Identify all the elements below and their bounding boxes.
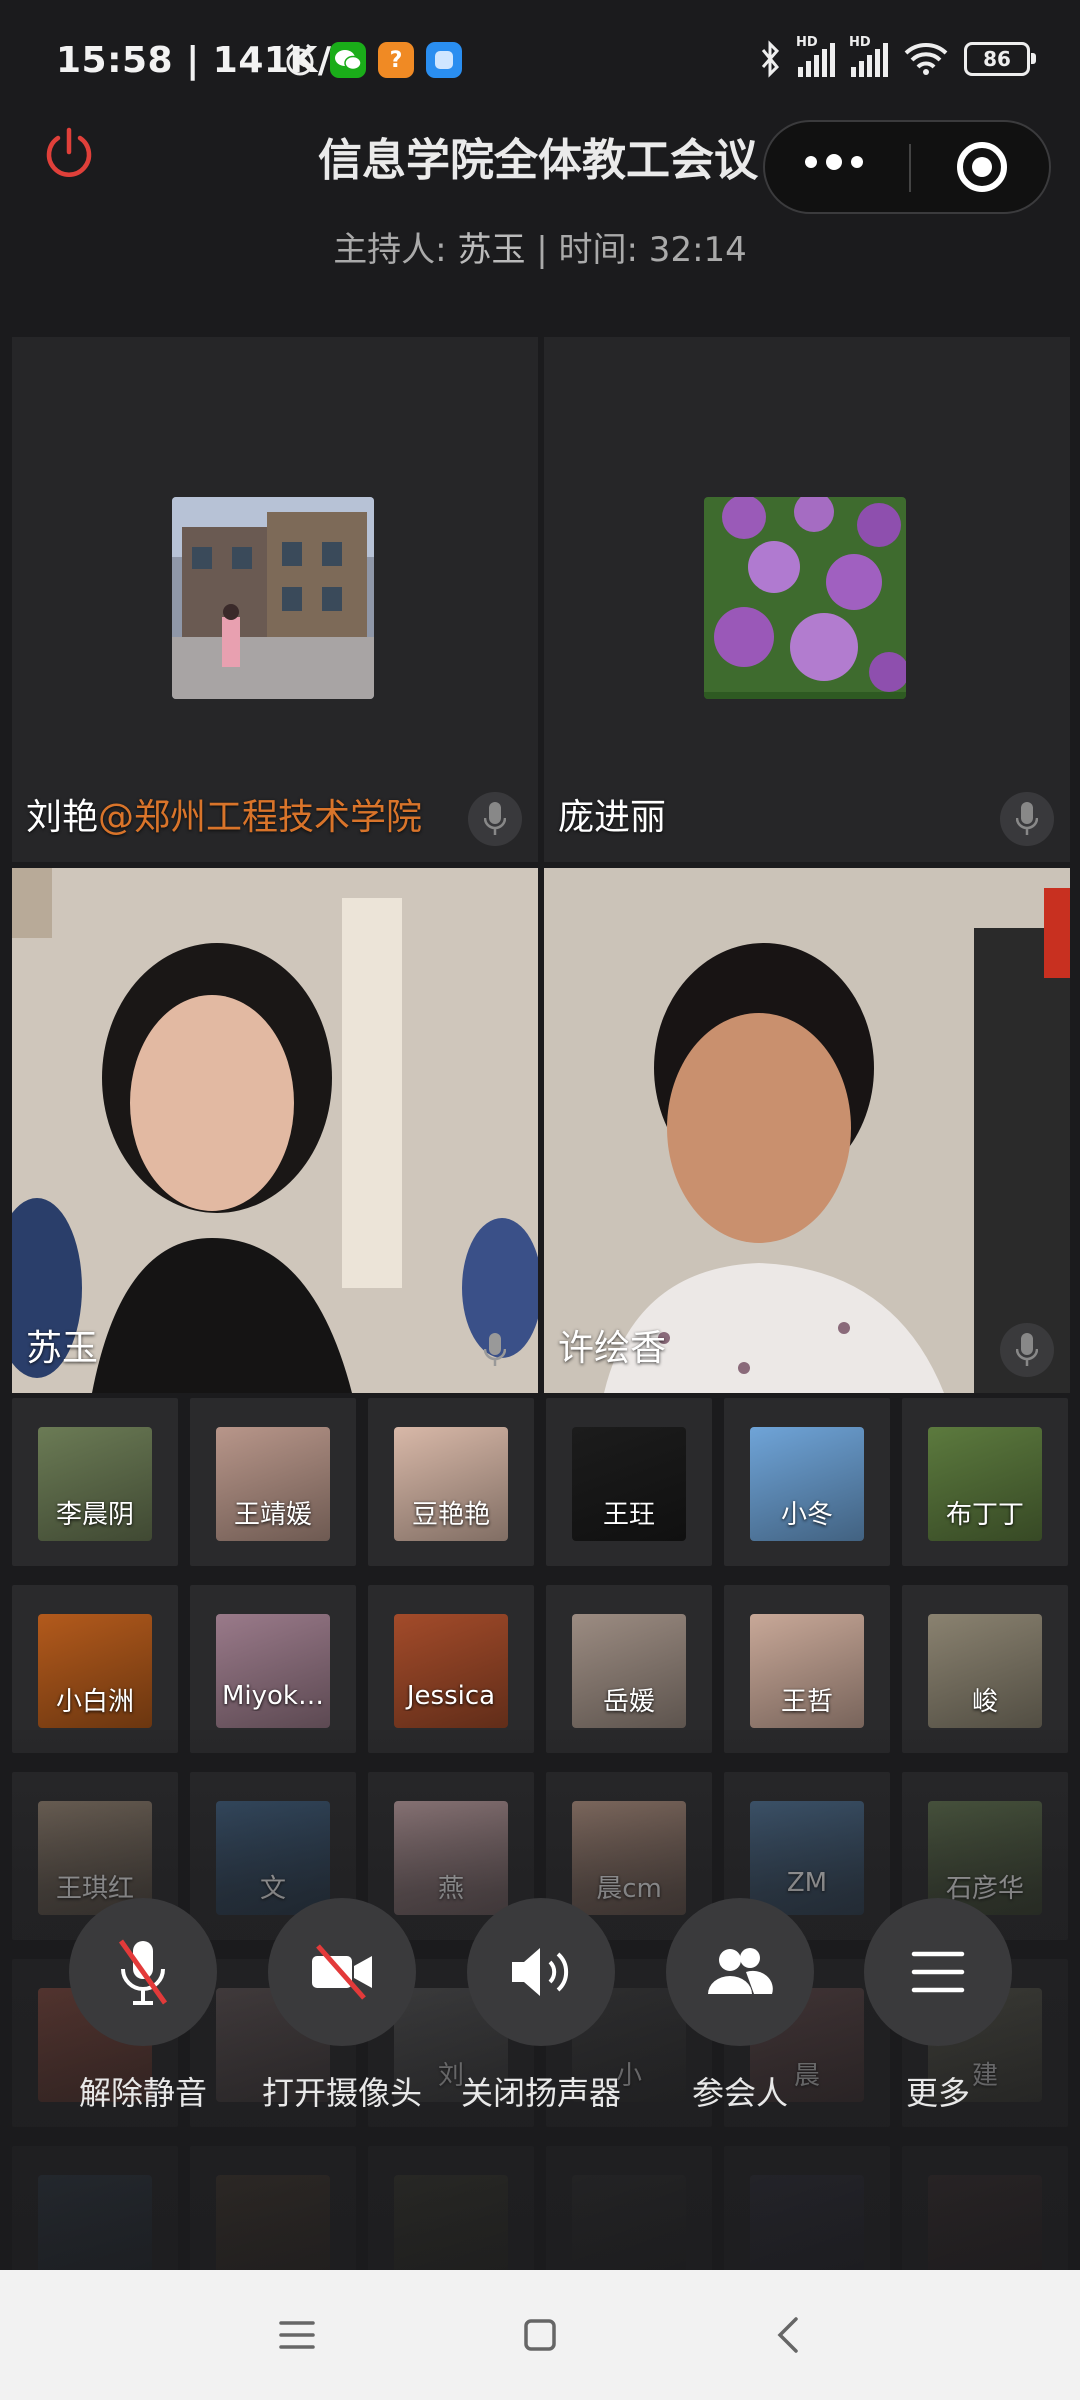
participant-name: 小白洲 bbox=[55, 1687, 134, 1717]
orange-app-icon: ? bbox=[378, 42, 414, 78]
system-nav-bar bbox=[0, 2270, 1080, 2400]
participants-button[interactable]: 参会人 bbox=[640, 1898, 840, 2114]
participant-name: Jessica bbox=[406, 1681, 496, 1711]
participant-name: Miyok… bbox=[221, 1681, 324, 1711]
close-miniprogram-icon[interactable] bbox=[957, 142, 1007, 192]
participant-name: 豆艳艳 bbox=[411, 1500, 490, 1530]
speaker-icon bbox=[467, 1898, 615, 2046]
participant-name: 刘艳@郑州工程技术学院 bbox=[26, 797, 423, 838]
mic-icon bbox=[1000, 792, 1054, 846]
participant-thumb[interactable]: 王玨 bbox=[546, 1398, 712, 1566]
participants-label: 参会人 bbox=[691, 2074, 788, 2112]
participant-thumb[interactable]: 李晨阴 bbox=[12, 1398, 178, 1566]
mic-icon bbox=[1000, 1323, 1054, 1377]
home-icon[interactable] bbox=[517, 2312, 563, 2358]
participant-name: 小冬 bbox=[780, 1500, 833, 1530]
speaker-off-button[interactable]: 关闭扬声器 bbox=[441, 1898, 641, 2114]
status-app-icons: ? bbox=[282, 42, 462, 78]
participant-video-tile[interactable]: 许绘香 bbox=[544, 868, 1070, 1393]
unmute-button[interactable]: 解除静音 bbox=[43, 1898, 243, 2114]
participant-name: 布丁丁 bbox=[945, 1500, 1024, 1530]
blue-app-icon bbox=[426, 42, 462, 78]
participant-name: 峻 bbox=[971, 1687, 998, 1717]
participant-name: 岳媛 bbox=[602, 1687, 655, 1717]
host-label: 主持人: bbox=[333, 230, 447, 270]
participant-thumb[interactable]: 王靖媛 bbox=[190, 1398, 356, 1566]
more-label: 更多 bbox=[905, 2074, 970, 2112]
participant-thumb[interactable]: Miyok… bbox=[190, 1585, 356, 1753]
participant-thumb[interactable]: 小白洲 bbox=[12, 1585, 178, 1753]
participant-thumb[interactable]: 王哲 bbox=[724, 1585, 890, 1753]
more-button[interactable]: 更多 bbox=[838, 1898, 1038, 2114]
battery-indicator: 86 bbox=[964, 42, 1036, 76]
signal-2-icon: HD bbox=[849, 35, 888, 77]
host-name: 苏玉 bbox=[457, 230, 526, 270]
participant-video-tile[interactable]: 苏玉 bbox=[12, 868, 538, 1393]
participant-name: 李晨阴 bbox=[55, 1500, 134, 1530]
participant-video bbox=[12, 868, 538, 1393]
participant-avatar bbox=[704, 497, 906, 699]
participant-thumb[interactable]: 岳媛 bbox=[546, 1585, 712, 1753]
menu-icon bbox=[864, 1898, 1012, 2046]
status-bar: 15:58 | 141K/s ? HD HD 86 bbox=[0, 0, 1080, 125]
speaker-label: 关闭扬声器 bbox=[460, 2074, 621, 2112]
participant-thumb[interactable]: 小冬 bbox=[724, 1398, 890, 1566]
control-bar: 解除静音 打开摄像头 关闭扬声器 参会人 更多 bbox=[0, 1898, 1080, 2128]
participant-thumb[interactable]: 峻 bbox=[902, 1585, 1068, 1753]
camera-label: 打开摄像头 bbox=[261, 2074, 422, 2112]
participant-name: 苏玉 bbox=[26, 1328, 99, 1369]
more-dots-icon[interactable] bbox=[805, 154, 863, 170]
camera-on-button[interactable]: 打开摄像头 bbox=[242, 1898, 442, 2114]
recent-apps-icon[interactable] bbox=[274, 2312, 320, 2358]
participant-name: 许绘香 bbox=[558, 1328, 667, 1369]
miniprogram-capsule[interactable] bbox=[763, 120, 1051, 214]
participant-thumb[interactable]: Jessica bbox=[368, 1585, 534, 1753]
wifi-icon bbox=[904, 43, 948, 75]
bluetooth-icon bbox=[761, 40, 780, 78]
back-icon[interactable] bbox=[765, 2312, 811, 2358]
participant-thumb[interactable]: 布丁丁 bbox=[902, 1398, 1068, 1566]
status-right: HD HD 86 bbox=[760, 35, 1036, 78]
wechat-icon bbox=[330, 42, 366, 78]
participant-tile[interactable]: 刘艳@郑州工程技术学院 bbox=[12, 337, 538, 862]
signal-1-icon: HD bbox=[796, 35, 835, 77]
participant-tile[interactable]: 庞进丽 bbox=[544, 337, 1070, 862]
unmute-label: 解除静音 bbox=[78, 2074, 207, 2112]
participant-name: 王玨 bbox=[602, 1500, 655, 1530]
mic-icon bbox=[468, 792, 522, 846]
alarm-icon bbox=[282, 42, 318, 78]
participant-name: 王靖媛 bbox=[233, 1500, 312, 1530]
capsule-divider bbox=[909, 144, 911, 192]
meeting-timer: | 时间: 32:14 bbox=[536, 230, 747, 270]
participant-avatar bbox=[172, 497, 374, 699]
participant-name: 王哲 bbox=[780, 1687, 833, 1717]
mic-icon bbox=[468, 1323, 522, 1377]
participants-icon bbox=[666, 1898, 814, 2046]
participant-thumb[interactable]: 豆艳艳 bbox=[368, 1398, 534, 1566]
participant-video bbox=[544, 868, 1070, 1393]
participant-name: 庞进丽 bbox=[558, 797, 667, 838]
meeting-info: 主持人: 苏玉 | 时间: 32:14 bbox=[0, 222, 1080, 271]
muted-mic-icon bbox=[69, 1898, 217, 2046]
camera-off-icon bbox=[268, 1898, 416, 2046]
